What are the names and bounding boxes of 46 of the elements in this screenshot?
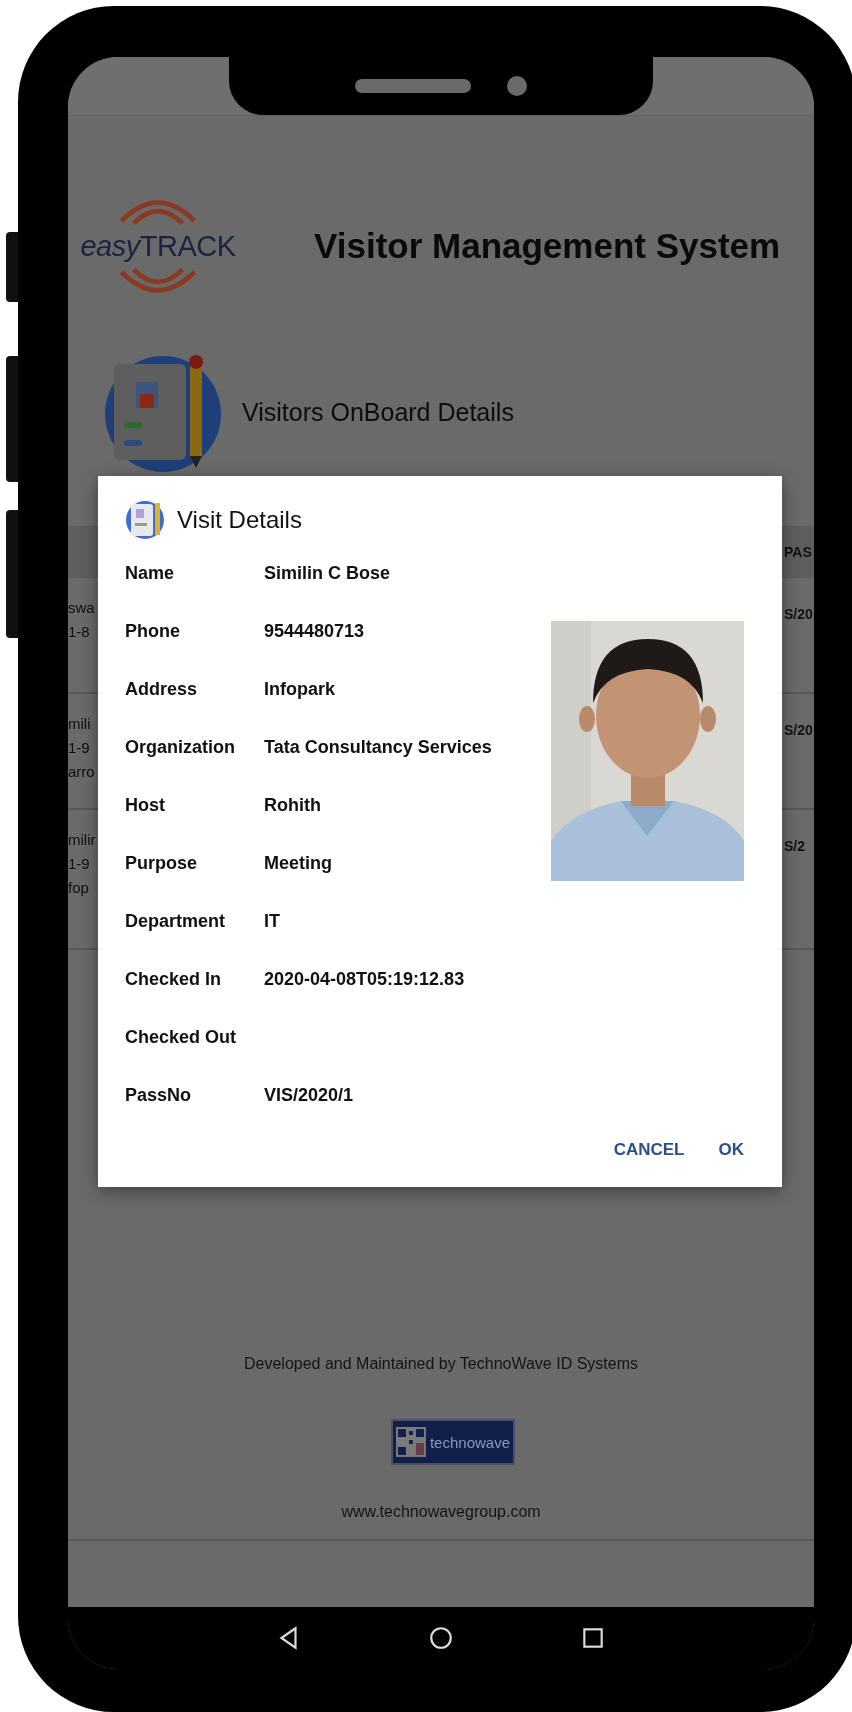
field-label: Department [125,910,227,932]
field-label: Checked In [125,968,223,990]
field-label: PassNo [125,1084,193,1106]
table-cell-text: S/2 [784,837,806,856]
table-cell-text: S/20 [784,605,814,624]
dialog-button[interactable]: CANCEL [605,1130,693,1170]
logo-text: technowave [429,1433,510,1451]
logo-text: easy [80,231,140,261]
app-title: Visitor Management System [314,226,781,266]
recents-icon[interactable] [580,1625,606,1651]
table-cell-text: swa [68,598,95,618]
field-value: Rohith [264,794,321,816]
field-value: 2020-04-08T05:19:12.83 [264,968,465,990]
signal-arcs-icon [119,199,197,226]
field-label: Purpose [125,852,199,874]
table-cell-text: 1-9 [68,854,91,874]
table-cell-text: S/20 [784,721,814,740]
field-label: Phone [125,620,181,642]
field-value: Meeting [264,852,332,874]
field-value: Infopark [264,678,335,700]
dialog-button[interactable]: OK [710,1130,752,1170]
column-header: PAS [784,544,813,560]
field-value: Tata Consultancy Services [264,736,492,758]
table-cell-text: milir [68,830,96,850]
field-label: Host [125,794,166,816]
dialog-title: Visit Details [177,506,302,534]
qr-code-icon [396,1424,426,1460]
home-icon[interactable] [428,1625,454,1651]
table-cell-text: arro [68,762,95,782]
field-label: Name [125,562,176,584]
field-label: Checked Out [125,1026,238,1048]
table-cell-text: mili [68,714,92,734]
form-icon [125,499,165,541]
field-label: Address [125,678,199,700]
section-title: Visitors OnBoard Details [242,397,514,427]
field-value: IT [264,910,280,932]
signal-arcs-icon [119,266,197,293]
field-label: Organization [125,736,236,758]
field-value: 9544480713 [264,620,365,642]
table-cell-text: 1-9 [68,738,91,758]
table-cell-text: 1-8 [68,622,91,642]
table-cell-text: fop [68,878,90,898]
field-value: Similin C Bose [264,562,391,584]
credit-text: Developed and Maintained by TechnoWave ID Systems [243,1355,639,1373]
field-value: VIS/2020/1 [264,1084,354,1106]
logo-text: TRACK [139,231,236,261]
